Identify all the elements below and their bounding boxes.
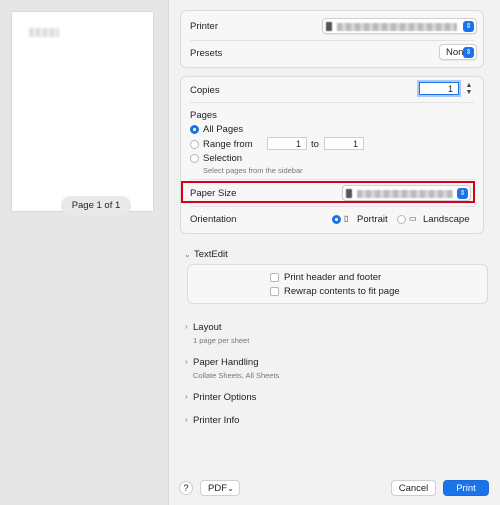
range-radio[interactable] xyxy=(190,140,199,149)
range-from-field[interactable]: 1 xyxy=(267,137,307,150)
print-button[interactable]: Print xyxy=(443,480,489,496)
printer-label: Printer xyxy=(190,21,218,32)
paper-size-highlight xyxy=(181,181,475,203)
help-button[interactable]: ? xyxy=(179,481,193,495)
presets-popup[interactable]: None ⇕ xyxy=(439,44,477,60)
all-pages-radio[interactable] xyxy=(190,125,199,134)
printer-info-section-header[interactable]: Printer Info xyxy=(193,415,239,426)
settings-pane: Printer ⇕ Presets None ⇕ Copies 1 ▲ ▼ Pag… xyxy=(168,0,500,505)
printer-blurred-name xyxy=(337,23,457,31)
rewrap-label: Rewrap contents to fit page xyxy=(284,286,400,297)
landscape-icon: ▭ xyxy=(409,214,417,223)
divider xyxy=(190,206,474,207)
print-header-checkbox[interactable] xyxy=(270,273,279,282)
preview-pane: Page 1 of 1 xyxy=(0,0,168,505)
divider xyxy=(190,40,474,41)
chevron-right-icon[interactable]: › xyxy=(185,415,188,424)
updown-arrows-icon: ⇕ xyxy=(463,21,474,32)
printer-popup[interactable]: ⇕ xyxy=(322,18,477,34)
divider xyxy=(190,179,474,180)
landscape-label: Landscape xyxy=(423,214,470,225)
page-indicator: Page 1 of 1 xyxy=(61,196,131,215)
divider xyxy=(190,102,474,103)
orientation-label: Orientation xyxy=(190,214,237,225)
paper-handling-section-summary: Collate Sheets, All Sheets xyxy=(193,371,280,380)
paper-handling-section-header[interactable]: Paper Handling xyxy=(193,357,259,368)
selection-hint: Select pages from the sidebar xyxy=(203,166,303,175)
range-to-field[interactable]: 1 xyxy=(324,137,364,150)
portrait-label: Portrait xyxy=(357,214,388,225)
selection-label: Selection xyxy=(203,153,243,164)
textedit-section-header[interactable]: TextEdit xyxy=(194,249,228,260)
chevron-right-icon[interactable]: › xyxy=(185,322,188,331)
printer-blurred-icon xyxy=(326,22,332,31)
layout-section-summary: 1 page per sheet xyxy=(193,336,250,345)
range-to-label: to xyxy=(311,139,319,150)
printer-group: Printer ⇕ Presets None ⇕ xyxy=(180,10,484,68)
pdf-label: PDF xyxy=(208,483,227,494)
selection-radio[interactable] xyxy=(190,154,199,163)
copies-stepper[interactable]: ▲ ▼ xyxy=(465,82,473,96)
page-preview: Page 1 of 1 xyxy=(12,12,153,215)
pages-label: Pages xyxy=(190,110,217,121)
presets-label: Presets xyxy=(190,48,223,59)
copies-label: Copies xyxy=(190,85,220,96)
chevron-right-icon[interactable]: › xyxy=(185,392,188,401)
printer-options-section-header[interactable]: Printer Options xyxy=(193,392,256,403)
textedit-group: Print header and footer Rewrap contents … xyxy=(187,264,488,304)
print-header-label: Print header and footer xyxy=(284,272,382,283)
layout-section-header[interactable]: Layout xyxy=(193,322,222,333)
cancel-button[interactable]: Cancel xyxy=(391,480,436,496)
updown-arrows-icon: ⇕ xyxy=(463,47,474,58)
copies-pages-group: Copies 1 ▲ ▼ Pages All Pages Range from 1… xyxy=(180,76,484,234)
copies-field[interactable]: 1 xyxy=(419,82,459,95)
landscape-radio[interactable] xyxy=(397,215,406,224)
chevron-right-icon[interactable]: › xyxy=(185,357,188,366)
range-label: Range from xyxy=(203,139,253,150)
preview-blurred-text xyxy=(29,28,59,37)
chevron-down-icon[interactable]: ⌄ xyxy=(184,250,191,259)
portrait-icon: ▯ xyxy=(344,214,349,223)
rewrap-checkbox[interactable] xyxy=(270,287,279,296)
portrait-radio[interactable] xyxy=(332,215,341,224)
chevron-down-icon: ⌄ xyxy=(227,484,234,493)
all-pages-label: All Pages xyxy=(203,124,244,135)
pdf-menu-button[interactable]: PDF ⌄ xyxy=(200,480,240,496)
